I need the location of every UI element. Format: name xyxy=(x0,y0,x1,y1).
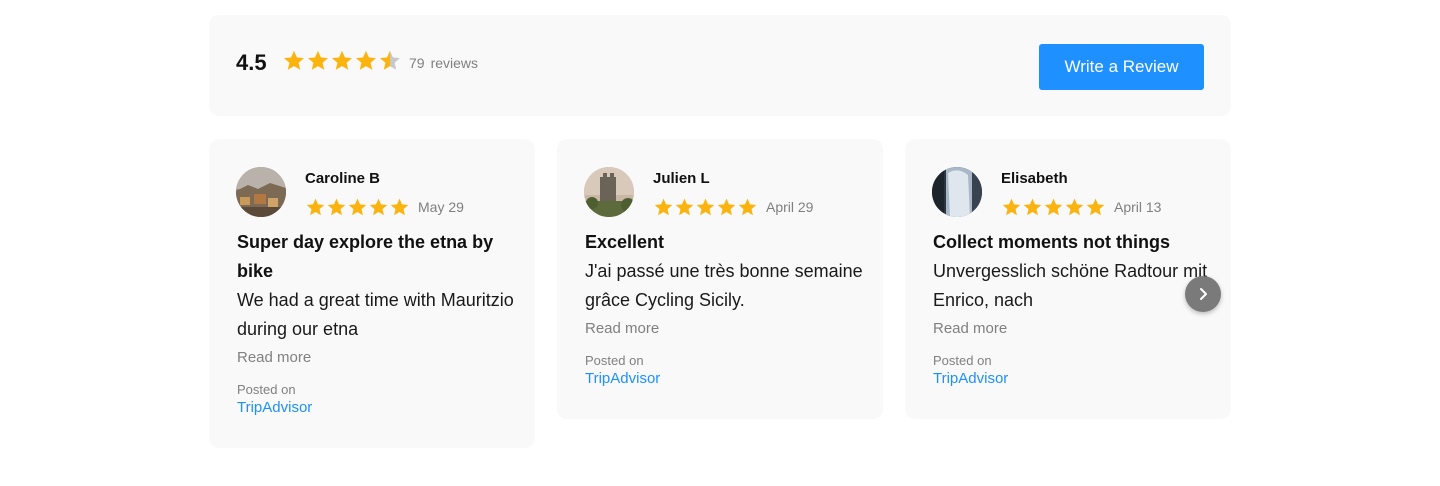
review-title: Excellent xyxy=(585,232,665,252)
star-icon xyxy=(1002,198,1021,215)
chevron-right-icon xyxy=(1200,288,1207,300)
read-more-link[interactable]: Read more xyxy=(237,348,517,368)
review-card: Elisabeth April 13 Collect moments not t… xyxy=(905,139,1231,419)
review-date: April 29 xyxy=(766,199,814,215)
review-date: April 13 xyxy=(1114,199,1162,215)
reviewer-name: Julien L xyxy=(653,170,710,187)
star-icon xyxy=(654,198,673,215)
review-stars xyxy=(305,197,410,218)
posted-on-label: Posted on xyxy=(933,353,992,368)
review-card: Julien L April 29 Excellent J'ai passé u… xyxy=(557,139,883,419)
review-count: 79 reviews xyxy=(409,55,484,71)
star-icon xyxy=(332,50,352,70)
star-icon xyxy=(696,198,715,215)
star-icon xyxy=(390,198,409,215)
avatar xyxy=(584,167,634,217)
star-icon xyxy=(1023,198,1042,215)
review-rating: April 29 xyxy=(653,196,813,218)
star-icon xyxy=(1086,198,1105,215)
review-body: Super day explore the etna by bike We ha… xyxy=(237,228,517,418)
star-icon xyxy=(369,198,388,215)
star-icon xyxy=(327,198,346,215)
write-review-button[interactable]: Write a Review xyxy=(1039,44,1204,90)
reviewer-name: Elisabeth xyxy=(1001,170,1068,187)
review-stars xyxy=(653,197,758,218)
average-rating: 4.5 xyxy=(236,50,267,75)
review-stars xyxy=(1001,197,1106,218)
summary-stars xyxy=(282,49,402,73)
read-more-link[interactable]: Read more xyxy=(933,319,1213,339)
posted-on-label: Posted on xyxy=(585,353,644,368)
carousel-next-button[interactable] xyxy=(1185,276,1221,312)
reviews-summary: 4.5 79 reviews Write a Review xyxy=(209,15,1231,116)
review-card: Caroline B May 29 Super day explore the … xyxy=(209,139,535,448)
star-icon xyxy=(356,50,376,70)
source-link[interactable]: TripAdvisor xyxy=(237,398,517,418)
star-icon xyxy=(348,198,367,215)
review-count-number: 79 xyxy=(409,55,425,71)
star-icon xyxy=(675,198,694,215)
source-link[interactable]: TripAdvisor xyxy=(933,369,1213,389)
review-rating: May 29 xyxy=(305,196,464,218)
review-text: Unvergesslich schöne Radtour mit Enrico,… xyxy=(933,261,1208,310)
star-icon xyxy=(717,198,736,215)
star-icon xyxy=(308,50,328,70)
star-icon xyxy=(738,198,757,215)
star-icon xyxy=(284,50,304,70)
review-count-label: reviews xyxy=(430,55,479,71)
review-rating: April 13 xyxy=(1001,196,1161,218)
star-icon xyxy=(1044,198,1063,215)
review-title: Collect moments not things xyxy=(933,232,1171,252)
reviewer-name: Caroline B xyxy=(305,170,381,187)
read-more-link[interactable]: Read more xyxy=(585,319,865,339)
review-title: Super day explore the etna by bike xyxy=(237,232,494,281)
avatar xyxy=(932,167,982,217)
review-body: Excellent J'ai passé une très bonne sema… xyxy=(585,228,865,389)
star-icon xyxy=(380,50,400,70)
review-body: Collect moments not things Unvergesslich… xyxy=(933,228,1213,389)
star-icon xyxy=(1065,198,1084,215)
review-text: We had a great time with Mauritzio durin… xyxy=(237,290,514,339)
avatar xyxy=(236,167,286,217)
posted-on-label: Posted on xyxy=(237,382,296,397)
review-text: J'ai passé une très bonne semaine grâce … xyxy=(585,261,863,310)
source-link[interactable]: TripAdvisor xyxy=(585,369,865,389)
review-date: May 29 xyxy=(418,199,464,215)
star-icon xyxy=(306,198,325,215)
